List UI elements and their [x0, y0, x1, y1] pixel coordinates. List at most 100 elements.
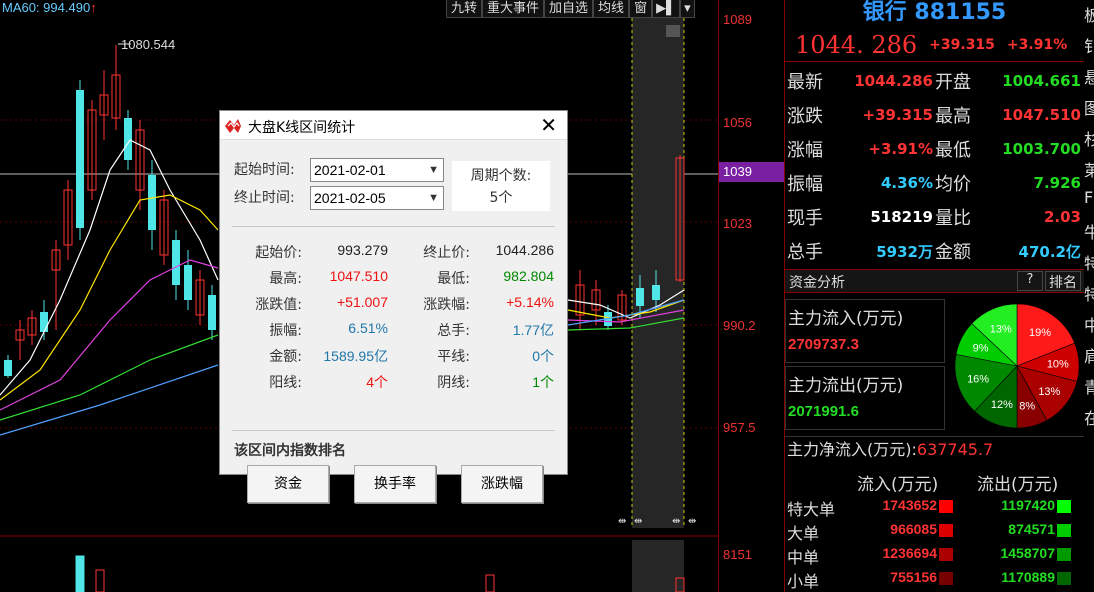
- end-time-label: 终止时间:: [234, 190, 295, 206]
- start-time-label: 起始时间:: [234, 162, 295, 178]
- tool-moving-average[interactable]: 均线: [593, 0, 630, 18]
- tool-jiuzhuan[interactable]: 九转: [446, 0, 483, 18]
- order-size-label: 中单: [787, 548, 820, 567]
- edge-list-item[interactable]: 苐: [1084, 157, 1094, 181]
- quote-row: 涨跌 +39.315 最高 1047.510: [785, 98, 1085, 132]
- outflow-swatch: [1057, 524, 1071, 537]
- quote-value: 1004.661: [1002, 72, 1081, 90]
- axis-label: 1023: [723, 216, 752, 231]
- pie-slice-label: 9%: [973, 342, 989, 354]
- right-edge-list: 板钅悬图杉苐F牛特特中肩青在: [1084, 0, 1094, 592]
- quote-label: 最新: [787, 72, 823, 93]
- outflow-value: 874571: [1008, 521, 1055, 537]
- edge-list-item[interactable]: 图: [1084, 95, 1094, 119]
- rank-by-turnover-button[interactable]: 换手率: [354, 465, 436, 503]
- quote-row: 总手 5932万 金额 470.2亿: [785, 234, 1085, 268]
- interval-handle-icon: ⇹: [672, 516, 680, 527]
- outflow-swatch: [1057, 500, 1071, 513]
- ma30-line: [0, 334, 219, 421]
- chevron-down-icon: ▼: [428, 164, 439, 176]
- peak-price-label: 1080.544: [121, 37, 176, 52]
- tool-major-events[interactable]: 重大事件: [482, 0, 545, 18]
- start-date-value: 2021-02-01: [314, 162, 386, 178]
- quote-label: 金额: [935, 242, 971, 263]
- close-interval-icon: [666, 25, 680, 37]
- quote-value: 1044.286: [854, 72, 933, 90]
- edge-list-item[interactable]: 板: [1084, 2, 1094, 26]
- outflow-swatch: [1057, 548, 1071, 561]
- candle-body: [124, 118, 132, 160]
- rank-section-title: 该区间内指数排名: [234, 443, 346, 459]
- pie-slice-label: 19%: [1029, 327, 1051, 339]
- dropdown-icon[interactable]: ▾: [680, 0, 695, 18]
- quote-label: 开盘: [935, 72, 971, 93]
- quote-label: 最低: [935, 140, 971, 161]
- help-button[interactable]: ?: [1017, 271, 1043, 291]
- flow-table-header: 流入(万元) 流出(万元): [785, 466, 1085, 495]
- quote-value: 5932万: [876, 242, 933, 261]
- inflow-swatch: [939, 524, 953, 537]
- current-price-tag: 1039: [719, 162, 785, 182]
- candle-body: [208, 295, 216, 330]
- start-date-select[interactable]: 2021-02-01 ▼: [310, 158, 444, 182]
- edge-list-item[interactable]: 青: [1084, 374, 1094, 398]
- edge-list-item[interactable]: 肩: [1084, 343, 1094, 367]
- inflow-swatch: [939, 548, 953, 561]
- pin-icon[interactable]: ▶▌: [652, 0, 681, 18]
- close-icon[interactable]: ✕: [540, 113, 557, 137]
- tool-add-watchlist[interactable]: 加自选: [544, 0, 594, 18]
- net-inflow-label: 主力净流入(万元):: [787, 440, 917, 459]
- ma60-arrow: ↑: [90, 0, 97, 15]
- stat-value: 1个: [532, 374, 554, 390]
- candle-body: [184, 265, 192, 300]
- quote-row: 现手 518219 量比 2.03: [785, 200, 1085, 234]
- edge-list-item[interactable]: 特: [1084, 250, 1094, 274]
- rank-by-change-button[interactable]: 涨跌幅: [461, 465, 543, 503]
- outflow-value: 1197420: [1001, 497, 1055, 513]
- period-count-box: 周期个数: 5个: [452, 161, 550, 211]
- edge-list-item[interactable]: F: [1084, 188, 1094, 207]
- quote-value: 1003.700: [1002, 140, 1081, 158]
- candle-body: [636, 288, 644, 306]
- candle-body: [652, 285, 660, 300]
- quote-value: 518219: [870, 208, 933, 226]
- quote-label: 量比: [935, 208, 971, 229]
- quote-row: 涨幅 +3.91% 最低 1003.700: [785, 132, 1085, 166]
- order-size-label: 特大单: [787, 500, 836, 519]
- stat-value: 993.279: [337, 242, 388, 258]
- main-inflow-label: 主力流入(万元): [788, 309, 904, 329]
- candle-body: [172, 240, 180, 285]
- price-change: +39.315: [929, 36, 995, 53]
- edge-list-item[interactable]: 牛: [1084, 219, 1094, 243]
- volume-bar: [75, 555, 85, 592]
- price-change-pct: +3.91%: [1006, 36, 1068, 53]
- quote-value: 1047.510: [1002, 106, 1081, 124]
- stat-value: 1.77亿: [512, 322, 554, 338]
- end-date-select[interactable]: 2021-02-05 ▼: [310, 186, 444, 210]
- inflow-value: 966085: [890, 521, 937, 537]
- main-outflow-value: 2071991.6: [788, 403, 859, 420]
- outflow-value: 1170889: [1001, 569, 1055, 585]
- edge-list-item[interactable]: 中: [1084, 312, 1094, 336]
- interval-stats-dialog: 大盘K线区间统计 ✕ 起始时间: 2021-02-01 ▼ 终止时间: 2021-…: [219, 110, 568, 503]
- divider: [232, 430, 555, 431]
- tool-window[interactable]: 窗: [629, 0, 653, 18]
- rank-by-fund-button[interactable]: 资金: [247, 465, 329, 503]
- edge-list-item[interactable]: 钅: [1084, 33, 1094, 57]
- candle-body: [148, 175, 156, 230]
- inflow-swatch: [939, 572, 953, 585]
- rank-button[interactable]: 排名: [1045, 271, 1081, 291]
- edge-list-item[interactable]: 特: [1084, 281, 1094, 305]
- flow-row: 中单 1236694 1458707: [785, 543, 1085, 567]
- inflow-header: 流入(万元): [857, 475, 939, 495]
- candle-body: [76, 90, 84, 228]
- price-row: 1044. 286 +39.315 +3.91%: [785, 28, 1084, 62]
- edge-list-item[interactable]: 在: [1084, 405, 1094, 429]
- pie-slice-label: 12%: [991, 399, 1013, 411]
- edge-list-item[interactable]: 悬: [1084, 64, 1094, 88]
- quote-value: +39.315: [862, 106, 933, 124]
- inflow-value: 1236694: [882, 545, 937, 561]
- edge-list-item[interactable]: 杉: [1084, 126, 1094, 150]
- dialog-title: 大盘K线区间统计: [248, 120, 356, 136]
- end-date-value: 2021-02-05: [314, 190, 386, 206]
